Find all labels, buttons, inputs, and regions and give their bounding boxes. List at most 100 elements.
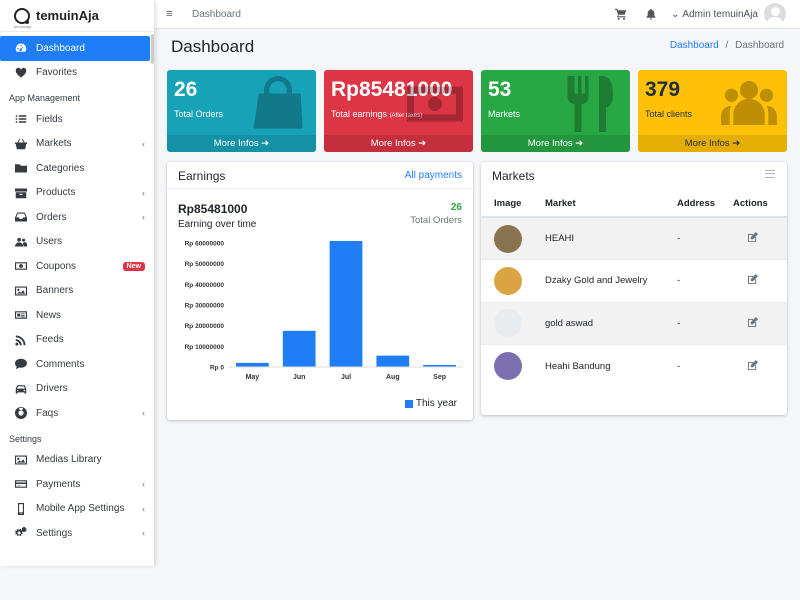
basket-icon xyxy=(14,138,28,150)
bar-jul[interactable] xyxy=(329,241,363,367)
y-tick-label: Rp 40000000 xyxy=(185,282,225,289)
sidebar-item-label: Faqs xyxy=(36,407,59,419)
sidebar-scrollbar[interactable] xyxy=(151,34,154,64)
bar-may[interactable] xyxy=(236,362,269,367)
sidebar-item-categories[interactable]: Categories xyxy=(0,156,154,181)
breadcrumb-separator: / xyxy=(725,40,729,51)
sidebar-item-news[interactable]: News xyxy=(0,303,154,328)
stat-more-link[interactable]: More Infos ➔ xyxy=(481,135,630,152)
stat-card-earnings: Rp85481000 Total earnings (After taxes) … xyxy=(324,70,473,152)
stat-value: 379 xyxy=(645,78,681,101)
user-menu[interactable]: ⌄ Admin temuinAja xyxy=(671,3,786,25)
markets-table: Image Market Address Actions HEAHI - Dzaky… xyxy=(481,190,787,387)
market-actions-cell xyxy=(720,259,787,302)
market-name: gold aswad xyxy=(532,301,664,345)
topbar-dashboard-link[interactable]: Dashboard xyxy=(192,9,241,20)
chevron-left-icon: ‹ xyxy=(142,212,145,223)
table-row: HEAHI - xyxy=(481,216,787,260)
edit-icon[interactable] xyxy=(748,359,758,370)
sidebar-item-feeds[interactable]: Feeds xyxy=(0,328,154,353)
chevron-left-icon: ‹ xyxy=(142,528,145,539)
y-tick-label: Rp 60000000 xyxy=(185,241,225,248)
sidebar-item-mobile-app-settings[interactable]: Mobile App Settings ‹ xyxy=(0,497,154,522)
hamburger-menu-icon[interactable]: ≡ xyxy=(166,8,176,20)
x-tick-label: Jul xyxy=(341,374,351,381)
stat-more-link[interactable]: More Infos ➔ xyxy=(638,135,787,152)
sidebar-item-label: Categories xyxy=(36,162,85,174)
sidebar-item-settings[interactable]: Settings ‹ xyxy=(0,521,154,546)
market-actions-cell xyxy=(720,216,787,260)
sidebar-item-banners[interactable]: Banners xyxy=(0,279,154,304)
stat-value: 53 xyxy=(488,78,512,101)
user-name: Admin temuinAja xyxy=(682,8,758,20)
table-row: Dzaky Gold and Jewelry - xyxy=(481,259,787,302)
cogs-icon xyxy=(14,527,28,539)
column-header-address: Address xyxy=(664,190,720,218)
avatar[interactable] xyxy=(764,3,786,25)
sidebar-item-dashboard[interactable]: Dashboard xyxy=(0,36,150,61)
users-icon xyxy=(721,76,777,132)
sidebar-item-label: Banners xyxy=(36,285,74,297)
stat-more-link[interactable]: More Infos ➔ xyxy=(167,135,316,152)
brand[interactable]: temuinAja temuinaja xyxy=(0,0,154,32)
bar-aug[interactable] xyxy=(376,355,410,367)
edit-icon[interactable] xyxy=(748,274,758,285)
archive-icon xyxy=(14,187,28,199)
market-address: - xyxy=(664,259,720,302)
brand-subtitle: temuinaja xyxy=(14,24,32,29)
dashboard-icon xyxy=(14,42,28,54)
market-image-cell xyxy=(481,216,532,260)
table-row: Heahi Bandung - xyxy=(481,344,787,387)
chart-legend[interactable]: This year xyxy=(404,398,457,409)
table-header-row: Image Market Address Actions xyxy=(481,190,787,218)
sidebar-item-label: News xyxy=(36,309,62,321)
sidebar-item-label: Favorites xyxy=(36,67,78,79)
sidebar-item-label: Fields xyxy=(36,113,63,125)
menu-icon[interactable] xyxy=(765,170,775,178)
market-thumbnail xyxy=(494,352,522,380)
chevron-left-icon: ‹ xyxy=(142,503,145,514)
stat-value: 26 xyxy=(174,78,198,101)
image-icon xyxy=(14,454,28,466)
stat-label: Total clients xyxy=(645,109,693,119)
market-actions-cell xyxy=(720,301,787,345)
mobile-icon xyxy=(14,502,28,515)
sidebar-item-faqs[interactable]: Faqs ‹ xyxy=(0,401,154,426)
market-actions-cell xyxy=(720,344,787,387)
market-image-cell xyxy=(481,301,532,345)
market-address: - xyxy=(664,216,720,260)
cart-icon[interactable] xyxy=(615,8,627,20)
money-bill-icon xyxy=(407,76,463,132)
edit-icon[interactable] xyxy=(748,232,758,242)
sidebar-item-medias-library[interactable]: Medias Library xyxy=(0,448,154,473)
sidebar-item-coupons[interactable]: Coupons New xyxy=(0,254,154,279)
y-tick-label: Rp 0 xyxy=(210,365,224,372)
bar-jun[interactable] xyxy=(282,330,316,367)
stat-more-link[interactable]: More Infos ➔ xyxy=(324,135,473,152)
market-image-cell xyxy=(481,344,532,387)
sidebar-item-products[interactable]: Products ‹ xyxy=(0,181,154,206)
sidebar-item-drivers[interactable]: Drivers xyxy=(0,377,154,402)
legend-label: This year xyxy=(415,398,457,409)
sidebar-section-app-management: App Management xyxy=(9,93,81,103)
sidebar-item-fields[interactable]: Fields xyxy=(0,107,154,132)
shopping-bag-icon xyxy=(250,76,306,132)
market-thumbnail xyxy=(494,266,522,295)
sidebar-item-markets[interactable]: Markets ‹ xyxy=(0,132,154,157)
bell-icon[interactable] xyxy=(645,8,657,20)
sidebar-item-orders[interactable]: Orders ‹ xyxy=(0,205,154,230)
x-tick-label: Sep xyxy=(433,374,446,381)
sidebar-item-label: Dashboard xyxy=(36,42,85,54)
breadcrumb-home-link[interactable]: Dashboard xyxy=(670,40,719,51)
sidebar-item-label: Medias Library xyxy=(36,454,102,466)
sidebar-item-favorites[interactable]: Favorites xyxy=(0,61,154,86)
stat-card-markets: 53 Markets More Infos ➔ xyxy=(481,70,630,152)
sidebar-item-comments[interactable]: Comments xyxy=(0,352,154,377)
credit-card-icon xyxy=(14,478,28,490)
new-badge: New xyxy=(122,261,145,271)
edit-icon[interactable] xyxy=(748,316,758,327)
market-thumbnail xyxy=(494,224,522,253)
y-tick-label: Rp 30000000 xyxy=(185,303,225,310)
sidebar-item-payments[interactable]: Payments ‹ xyxy=(0,472,154,497)
sidebar-item-users[interactable]: Users xyxy=(0,230,154,255)
